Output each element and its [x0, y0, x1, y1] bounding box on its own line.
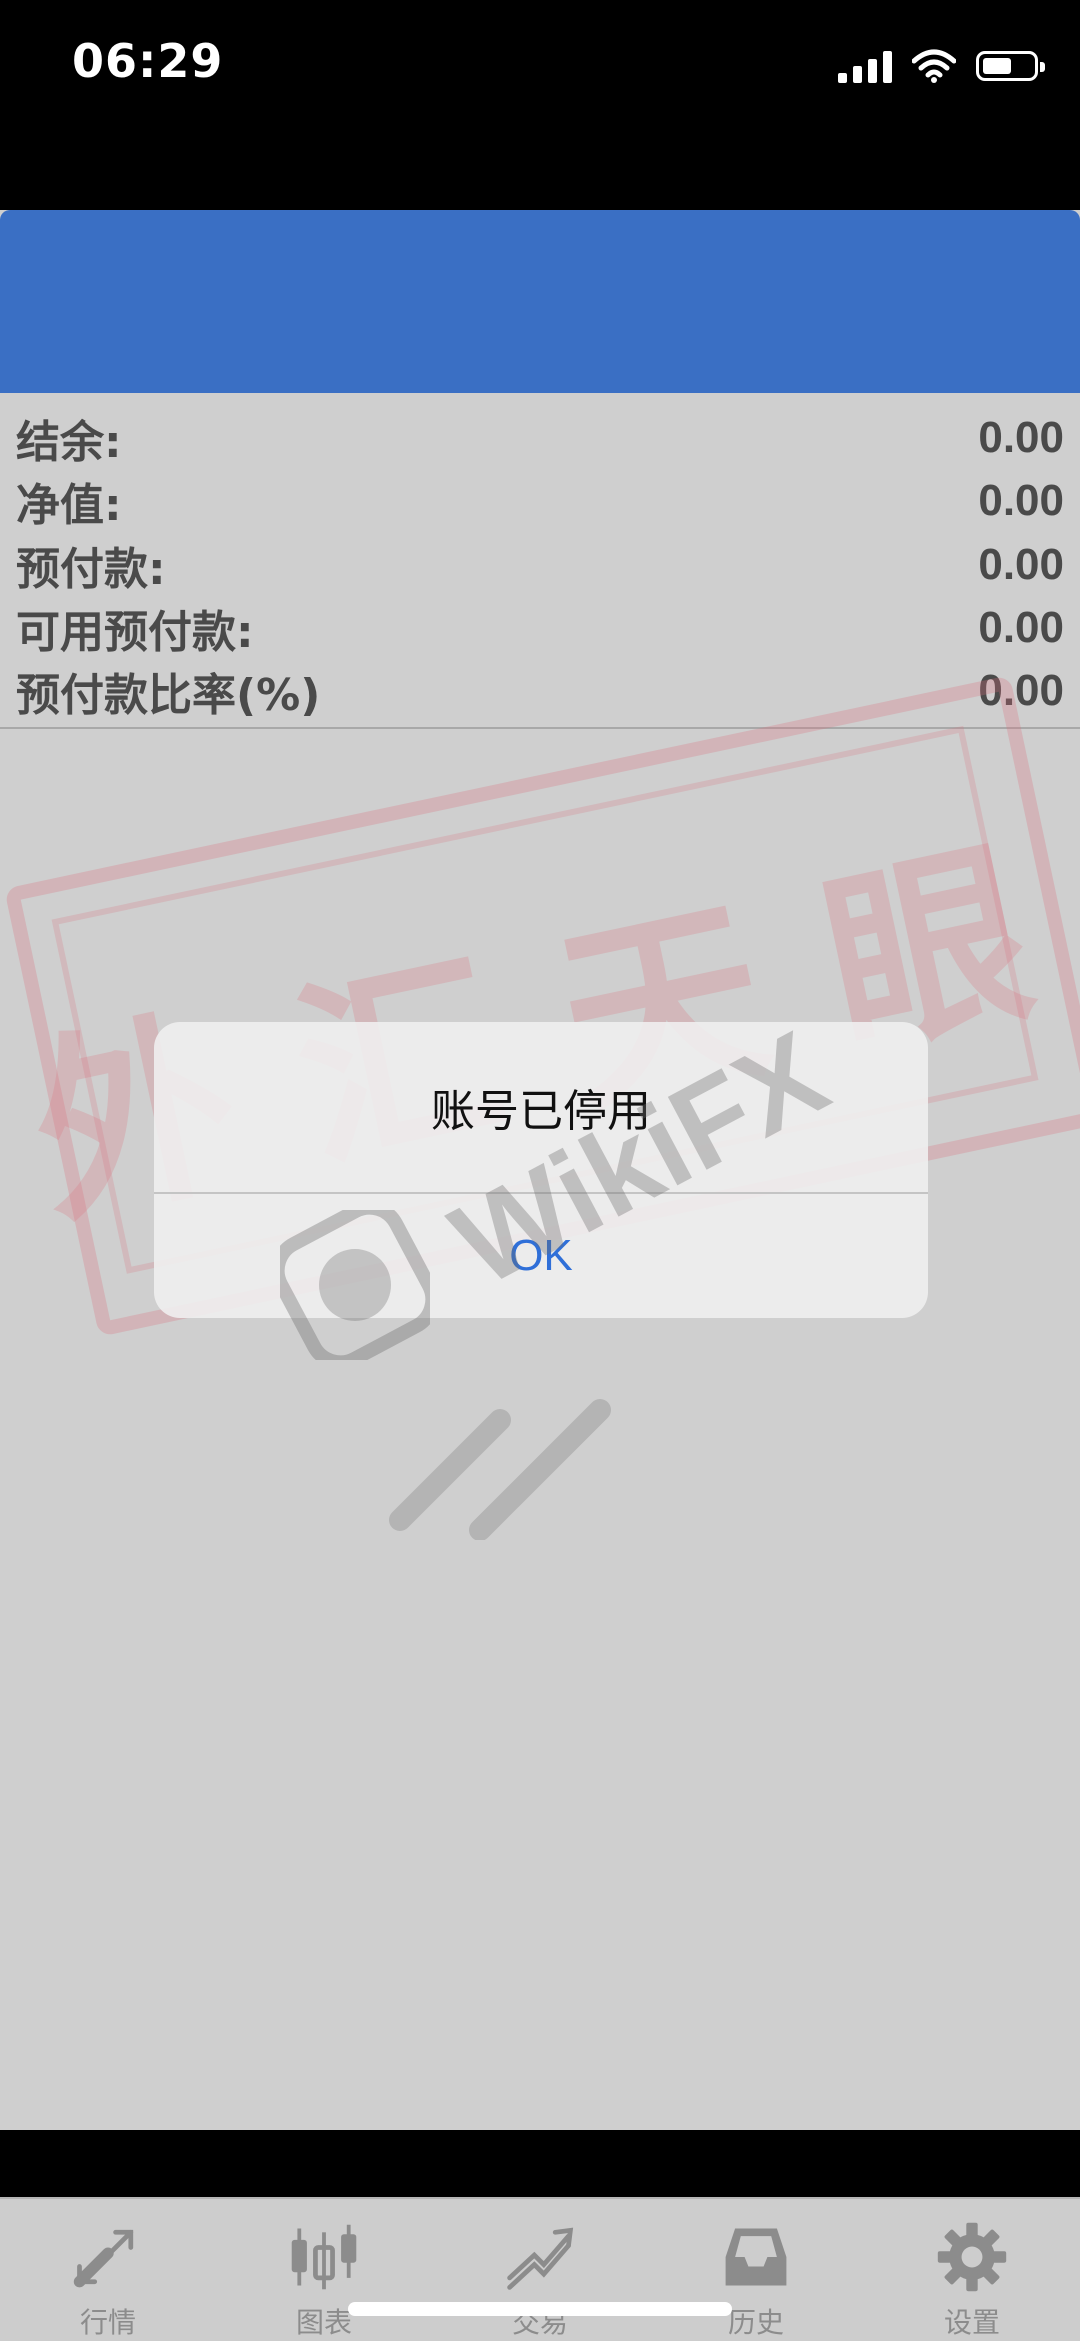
status-icons [838, 44, 1045, 88]
tab-chart[interactable]: 图表 [216, 2199, 432, 2341]
summary-label: 结余: [16, 417, 122, 468]
account-summary: 结余: 0.00 净值: 0.00 预付款: 0.00 可用预付款: 0.00 … [0, 395, 1080, 729]
battery-icon [976, 51, 1045, 81]
trade-icon [507, 2227, 574, 2290]
tab-label: 历史 [727, 2306, 784, 2339]
account-disabled-dialog: 账号已停用 OK [154, 1022, 928, 1318]
tab-label: 图表 [295, 2306, 352, 2339]
status-time: 06:29 [72, 34, 224, 88]
summary-label: 预付款: [16, 544, 166, 595]
summary-row-equity: 净值: 0.00 [16, 470, 1064, 532]
history-icon [725, 2228, 787, 2286]
summary-label: 净值: [16, 480, 122, 531]
tab-trade[interactable]: 交易 [432, 2199, 648, 2341]
summary-row-balance: 结余: 0.00 [16, 407, 1064, 469]
tab-settings[interactable]: 设置 [864, 2199, 1080, 2341]
tab-label: 行情 [79, 2306, 136, 2339]
cellular-signal-icon [838, 49, 892, 83]
summary-value: 0.00 [978, 413, 1064, 462]
tab-bar: 行情 图表 交易 历史 设置 [0, 2197, 1080, 2341]
summary-label: 可用预付款: [16, 607, 254, 658]
summary-label: 预付款比率(%) [16, 670, 321, 721]
tab-label: 设置 [943, 2306, 1000, 2339]
summary-value: 0.00 [978, 666, 1064, 715]
dialog-message: 账号已停用 [431, 1086, 651, 1137]
chart-icon [291, 2224, 357, 2290]
summary-row-free-margin: 可用预付款: 0.00 [16, 597, 1064, 659]
wifi-icon [912, 49, 956, 83]
status-bar: 06:29 [0, 0, 1080, 140]
settings-icon [937, 2222, 1007, 2292]
home-indicator[interactable] [348, 2302, 732, 2316]
quotes-icon [73, 2229, 134, 2288]
tab-quotes[interactable]: 行情 [0, 2199, 216, 2341]
summary-value: 0.00 [978, 540, 1064, 589]
summary-row-margin: 预付款: 0.00 [16, 534, 1064, 596]
summary-row-margin-level: 预付款比率(%) 0.00 [16, 660, 1064, 722]
header-bar [0, 210, 1080, 393]
tab-history[interactable]: 历史 [648, 2199, 864, 2341]
summary-value: 0.00 [978, 603, 1064, 652]
summary-value: 0.00 [978, 476, 1064, 525]
ok-button[interactable]: OK [154, 1194, 928, 1318]
